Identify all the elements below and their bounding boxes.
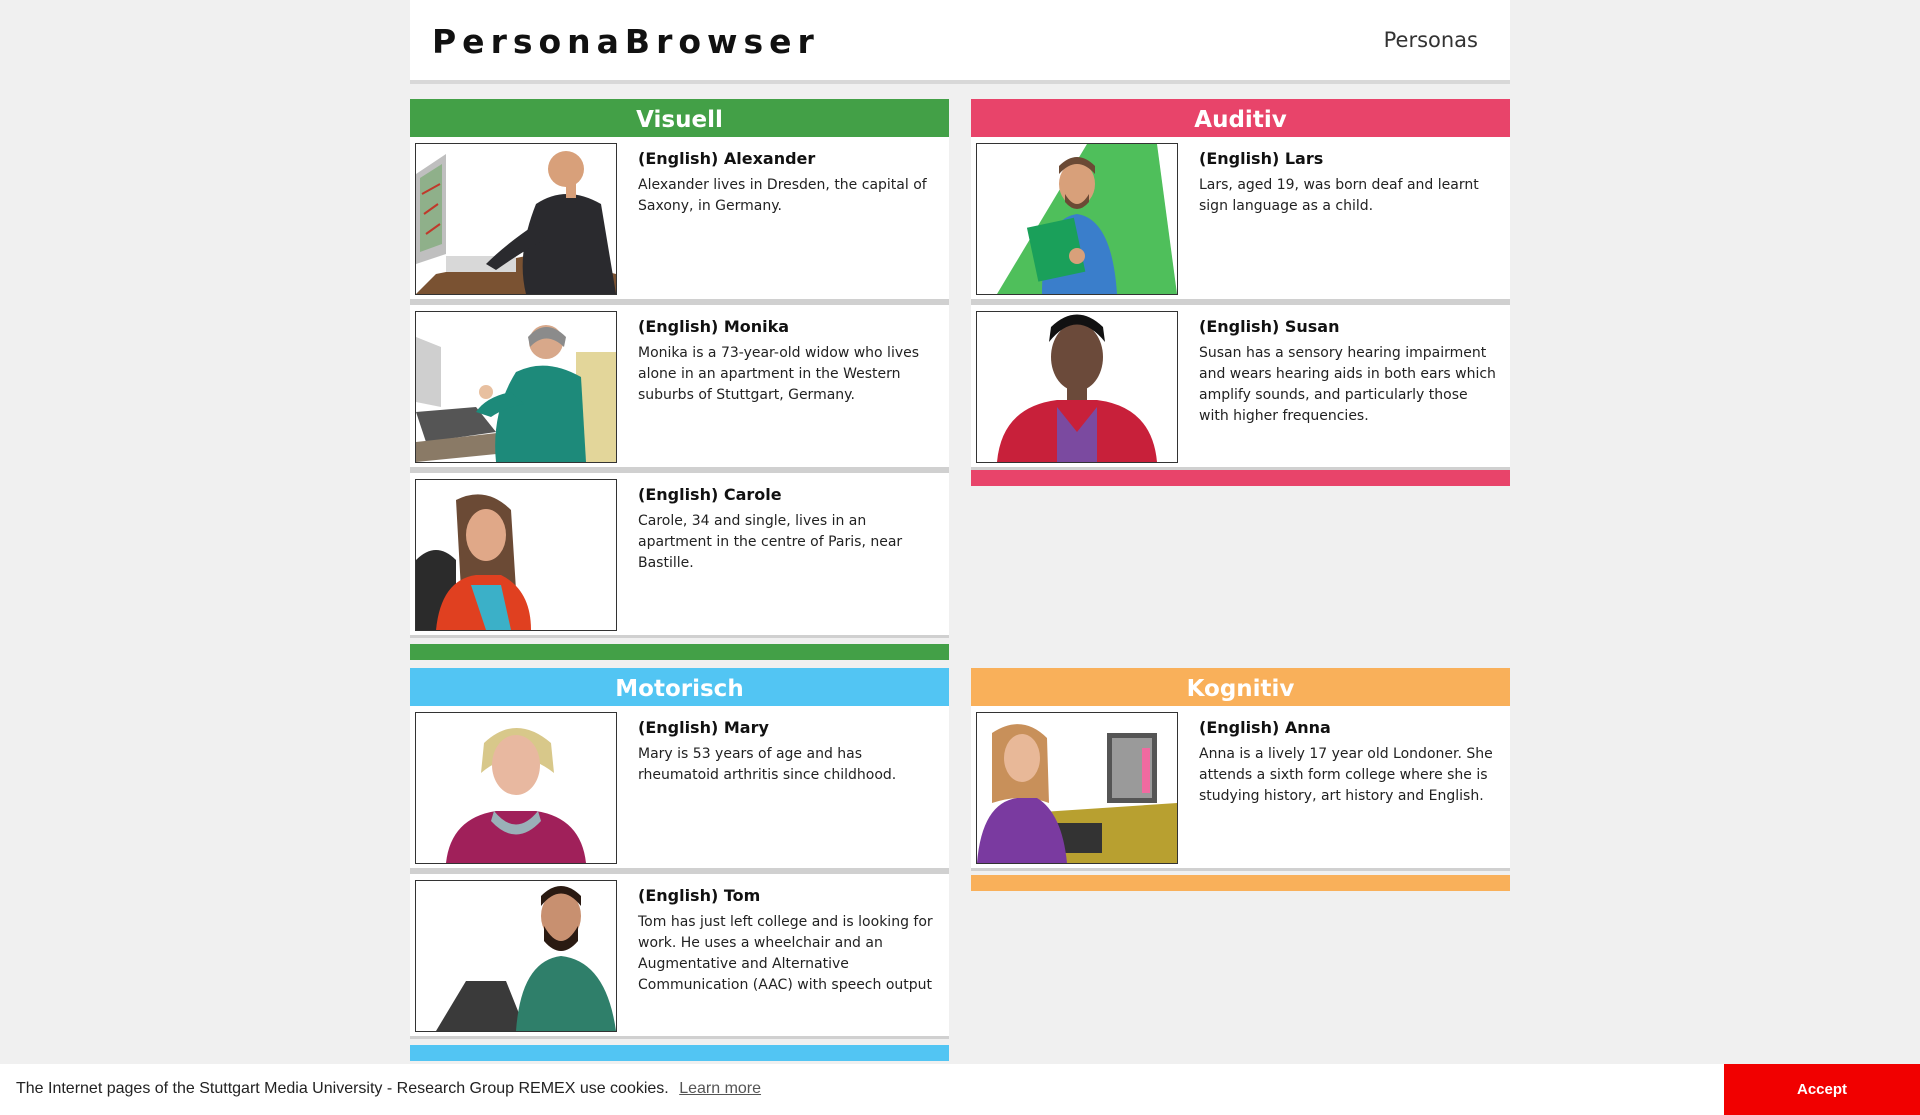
persona-description: Lars, aged 19, was born deaf and learnt …: [1199, 177, 1479, 214]
persona-card-alexander[interactable]: (English) Alexander Alexander lives in D…: [410, 137, 949, 302]
category-heading: Kognitiv: [971, 668, 1510, 706]
category-footer-bar: [410, 1045, 949, 1061]
cookie-learn-more-link[interactable]: Learn more: [679, 1080, 761, 1097]
site-logo[interactable]: PersonaBrowser: [432, 22, 820, 61]
persona-image-mary[interactable]: [415, 712, 617, 864]
nav-personas-link[interactable]: Personas: [1384, 28, 1478, 52]
persona-image-carole[interactable]: [415, 479, 617, 631]
persona-name[interactable]: (English) Mary: [638, 718, 769, 737]
persona-image-susan[interactable]: [976, 311, 1178, 463]
category-heading: Auditiv: [971, 99, 1510, 137]
category-kognitiv: Kognitiv (English) Anna Anna is a lively…: [971, 668, 1510, 891]
persona-card-anna[interactable]: (English) Anna Anna is a lively 17 year …: [971, 706, 1510, 871]
persona-image-lars[interactable]: [976, 143, 1178, 295]
cookie-text: The Internet pages of the Stuttgart Medi…: [16, 1080, 669, 1097]
persona-description: Anna is a lively 17 year old Londoner. S…: [1199, 746, 1493, 804]
persona-card-lars[interactable]: (English) Lars Lars, aged 19, was born d…: [971, 137, 1510, 302]
persona-description: Alexander lives in Dresden, the capital …: [638, 177, 927, 214]
category-auditiv: Auditiv (English) Lars Lars, aged 19, wa…: [971, 99, 1510, 486]
persona-illustration: [977, 312, 1177, 462]
site-header: PersonaBrowser Personas: [410, 0, 1510, 84]
persona-name[interactable]: (English) Tom: [638, 886, 760, 905]
persona-description: Tom has just left college and is looking…: [638, 914, 933, 993]
persona-card-monika[interactable]: (English) Monika Monika is a 73-year-old…: [410, 302, 949, 470]
category-heading: Visuell: [410, 99, 949, 137]
persona-card-mary[interactable]: (English) Mary Mary is 53 years of age a…: [410, 706, 949, 871]
persona-name[interactable]: (English) Monika: [638, 317, 789, 336]
cookie-banner: The Internet pages of the Stuttgart Medi…: [0, 1064, 1920, 1115]
persona-illustration: [977, 713, 1177, 863]
persona-illustration: [416, 480, 616, 630]
persona-card-tom[interactable]: (English) Tom Tom has just left college …: [410, 871, 949, 1039]
persona-illustration: [416, 144, 616, 294]
persona-image-anna[interactable]: [976, 712, 1178, 864]
category-heading: Motorisch: [410, 668, 949, 706]
persona-image-tom[interactable]: [415, 880, 617, 1032]
persona-name[interactable]: (English) Alexander: [638, 149, 815, 168]
persona-name[interactable]: (English) Lars: [1199, 149, 1323, 168]
persona-illustration: [977, 144, 1177, 294]
persona-description: Susan has a sensory hearing impairment a…: [1199, 345, 1496, 424]
category-visuell: Visuell (English) Alexander Alexander li…: [410, 99, 949, 660]
category-motorisch: Motorisch (English) Mary Mary is 53 year…: [410, 668, 949, 1061]
persona-name[interactable]: (English) Susan: [1199, 317, 1339, 336]
persona-card-carole[interactable]: (English) Carole Carole, 34 and single, …: [410, 470, 949, 638]
persona-description: Mary is 53 years of age and has rheumato…: [638, 746, 897, 783]
persona-illustration: [416, 312, 616, 462]
persona-image-monika[interactable]: [415, 311, 617, 463]
cookie-accept-button[interactable]: Accept: [1724, 1064, 1920, 1115]
cookie-message: The Internet pages of the Stuttgart Medi…: [16, 1080, 761, 1098]
persona-card-susan[interactable]: (English) Susan Susan has a sensory hear…: [971, 302, 1510, 470]
category-footer-bar: [971, 470, 1510, 486]
persona-image-alexander[interactable]: [415, 143, 617, 295]
persona-name[interactable]: (English) Carole: [638, 485, 782, 504]
persona-illustration: [416, 881, 616, 1031]
persona-description: Monika is a 73-year-old widow who lives …: [638, 345, 920, 403]
persona-description: Carole, 34 and single, lives in an apart…: [638, 513, 903, 571]
category-footer-bar: [410, 644, 949, 660]
persona-name[interactable]: (English) Anna: [1199, 718, 1331, 737]
persona-illustration: [416, 713, 616, 863]
category-footer-bar: [971, 875, 1510, 891]
page-container: PersonaBrowser Personas: [410, 0, 1510, 84]
